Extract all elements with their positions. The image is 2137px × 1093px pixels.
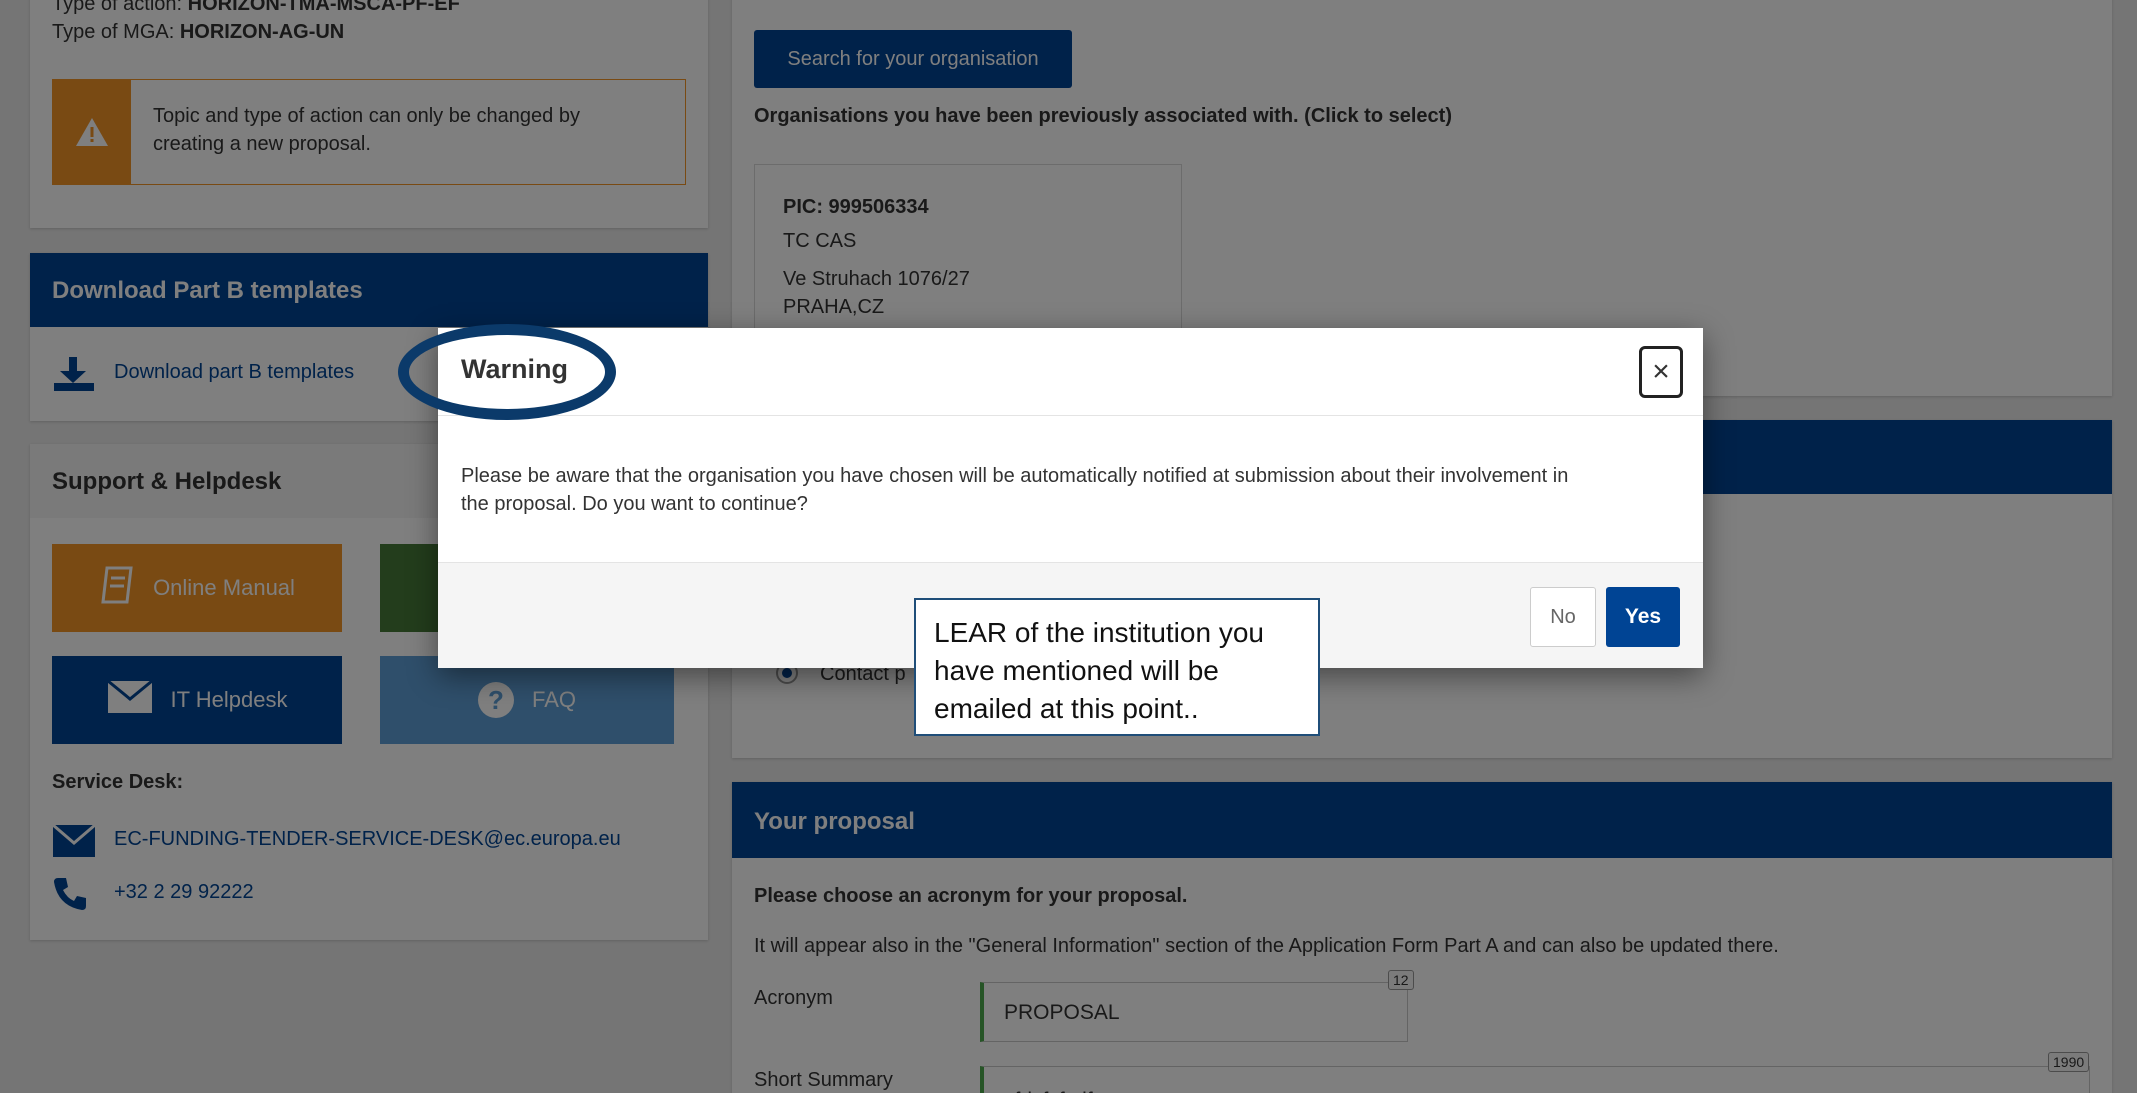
close-button[interactable]: × (1639, 346, 1683, 398)
no-button[interactable]: No (1530, 587, 1596, 647)
title-highlight-ellipse (398, 324, 616, 420)
dialog-header: Warning × (438, 328, 1703, 416)
dialog-message: Please be aware that the organisation yo… (461, 465, 1569, 515)
close-icon: × (1652, 355, 1670, 388)
annotation-callout: LEAR of the institution you have mention… (914, 598, 1320, 736)
yes-button[interactable]: Yes (1606, 587, 1680, 647)
